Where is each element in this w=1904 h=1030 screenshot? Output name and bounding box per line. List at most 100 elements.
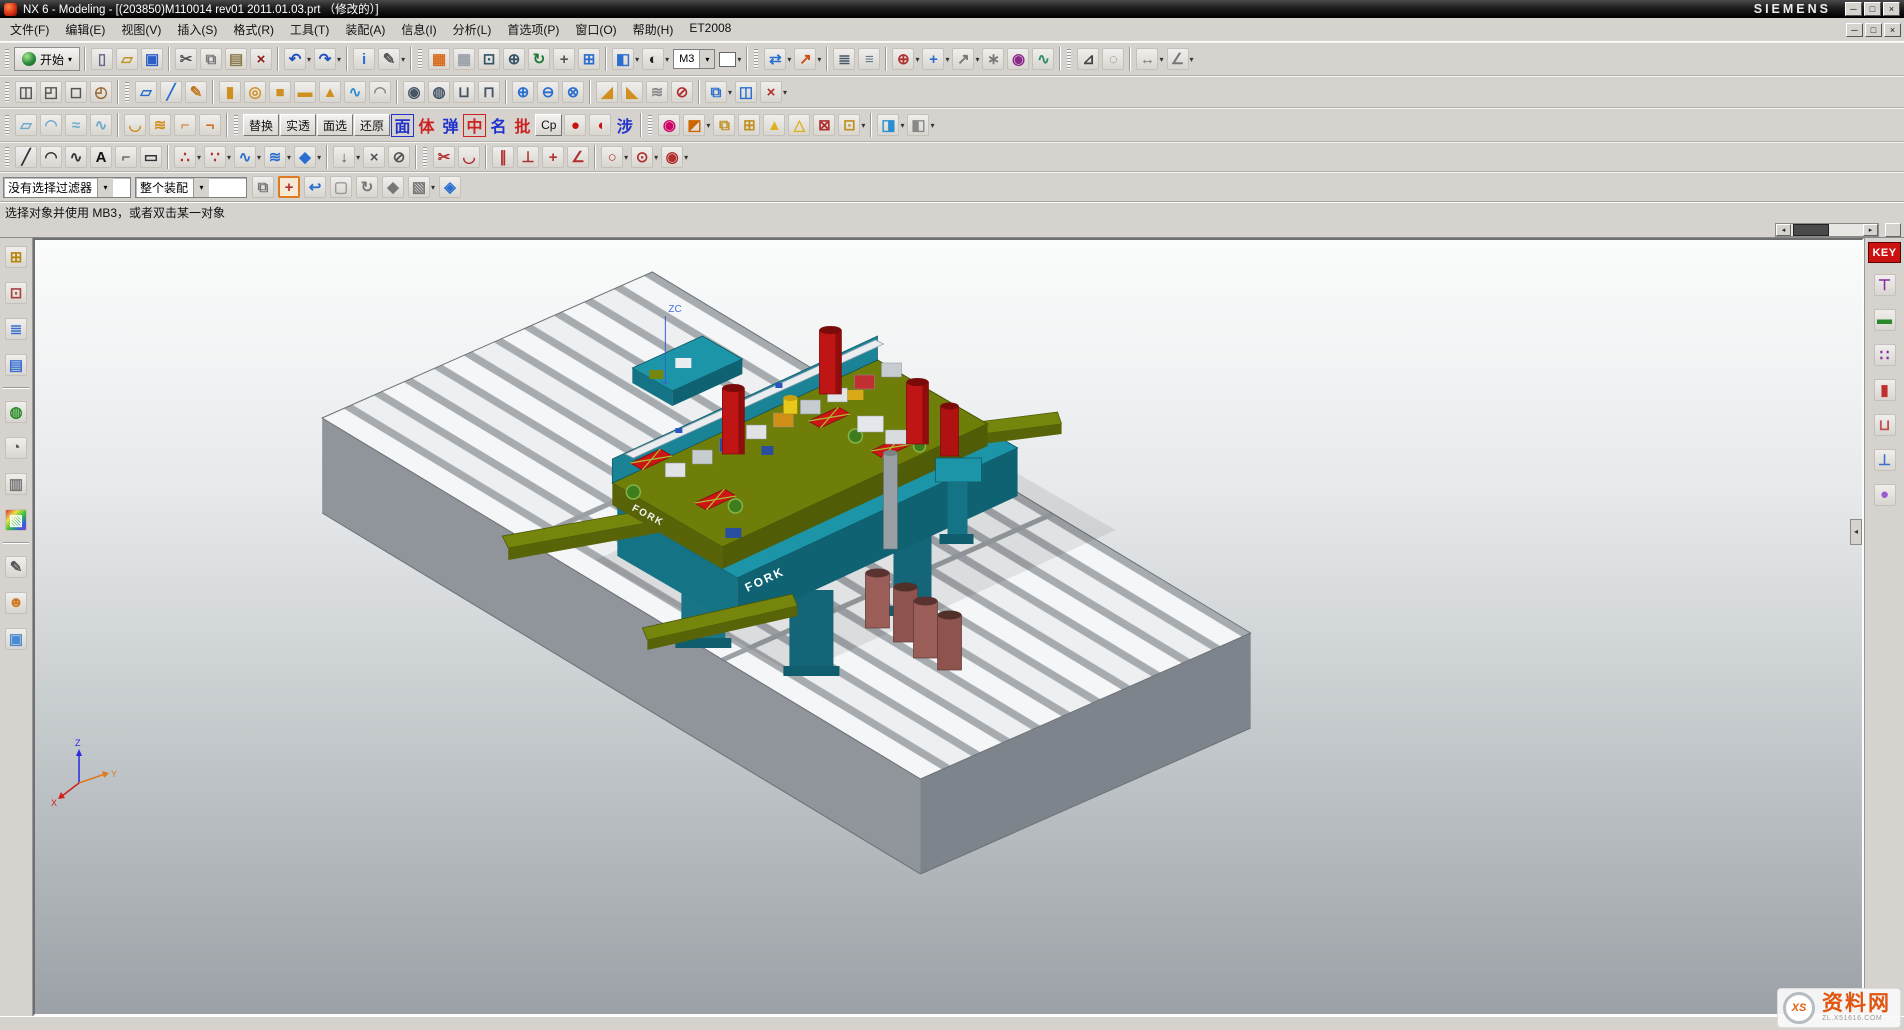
zoom-area-icon[interactable]: ⊡ <box>477 46 501 72</box>
macro-face-button[interactable]: 面 <box>391 114 414 137</box>
delete-feature-icon[interactable]: ×▾ <box>759 79 788 105</box>
assembly-navigator-icon[interactable]: ⊞ <box>4 243 28 270</box>
project-curve-icon[interactable]: ↓▾ <box>332 144 361 170</box>
macro-she-button[interactable]: 涉 <box>613 114 636 137</box>
minimize-button[interactable]: ─ <box>1845 2 1862 16</box>
mirror-feature-icon[interactable]: ◫ <box>734 79 758 105</box>
macro-center-button[interactable]: 中 <box>463 114 486 137</box>
revolve-icon[interactable]: ◎ <box>243 79 267 105</box>
intersect-icon[interactable]: ⊗ <box>561 79 585 105</box>
offset-surface-icon[interactable]: ≋ <box>148 112 172 138</box>
menu-et2008[interactable]: ET2008 <box>681 18 739 41</box>
corner-icon[interactable]: ◡ <box>457 144 481 170</box>
vector-dialog-icon[interactable]: ↗▾ <box>951 46 980 72</box>
panel-flyout-arrow[interactable]: ◂ <box>1850 519 1862 545</box>
solid-translucent-button[interactable]: 实透 <box>280 114 316 136</box>
restore-button[interactable]: 还原 <box>354 114 390 136</box>
palettes-icon[interactable]: ▥ <box>4 470 28 497</box>
cylinder-icon[interactable]: ▬ <box>293 79 317 105</box>
interpart-select-icon[interactable]: ⧉ <box>251 174 275 200</box>
macro-body-button[interactable]: 体 <box>415 114 438 137</box>
circle-icon[interactable]: ○▾ <box>600 144 629 170</box>
reuse-library-icon[interactable]: ▤ <box>4 351 28 378</box>
sync-modeling-icon[interactable]: ↗▾ <box>793 46 822 72</box>
fit-view-icon[interactable]: ⊞ <box>577 46 601 72</box>
circle-center-icon[interactable]: ⊙▾ <box>630 144 659 170</box>
menu-tools[interactable]: 工具(T) <box>282 18 337 41</box>
menu-view[interactable]: 视图(V) <box>113 18 169 41</box>
system-scene-icon[interactable]: ▣ <box>4 625 28 652</box>
text-icon[interactable]: A <box>89 144 113 170</box>
pan-view-icon[interactable]: + <box>552 46 576 72</box>
copy-icon[interactable]: ⧉ <box>199 46 223 72</box>
thread-icon[interactable]: ≋ <box>645 79 669 105</box>
datum-plane-icon[interactable]: ▱ <box>134 79 158 105</box>
cross-constraint-icon[interactable]: + <box>541 144 565 170</box>
show-hide-icon[interactable]: ▦ <box>452 46 476 72</box>
graphics-window[interactable]: FORK <box>35 240 1862 1014</box>
block-icon[interactable]: ■ <box>268 79 292 105</box>
clip-section-icon[interactable]: ⊡▾ <box>837 112 866 138</box>
delete-body-icon[interactable]: ⊠ <box>812 112 836 138</box>
macro-name-button[interactable]: 名 <box>487 114 510 137</box>
sketch-icon[interactable]: ✎ <box>184 79 208 105</box>
edge-blend-icon[interactable]: ◢ <box>595 79 619 105</box>
undo-icon[interactable]: ↶▾ <box>283 46 312 72</box>
circle-point-icon[interactable]: ◉▾ <box>660 144 689 170</box>
key-pin-tool-icon[interactable]: ⊥ <box>1873 446 1897 473</box>
hd3d-tools-icon[interactable]: ◍ <box>4 398 28 425</box>
redo-icon[interactable]: ↷▾ <box>313 46 342 72</box>
face-select-button[interactable]: 面选 <box>317 114 353 136</box>
macro-spring-button[interactable]: 弹 <box>439 114 462 137</box>
rotate-view-icon[interactable]: ↻ <box>527 46 551 72</box>
key-post-tool-icon[interactable]: ⊤ <box>1873 271 1897 298</box>
paste-object-icon[interactable]: ⊞ <box>737 112 761 138</box>
menu-edit[interactable]: 编辑(E) <box>57 18 113 41</box>
quick-trim-icon[interactable]: ✂ <box>432 144 456 170</box>
history-palette-icon[interactable]: ◔ <box>4 434 28 461</box>
selection-filter-combo[interactable]: 没有选择过滤器 ▾ <box>3 177 131 198</box>
menu-preferences[interactable]: 首选项(P) <box>499 18 567 41</box>
wcs-dynamics-icon[interactable]: ⊕▾ <box>891 46 920 72</box>
warn-triangle-icon[interactable]: ▲ <box>762 112 786 138</box>
cone-icon[interactable]: ▲ <box>318 79 342 105</box>
delete-icon[interactable]: × <box>249 46 273 72</box>
new-file-icon[interactable]: ▯ <box>90 46 114 72</box>
select-arrow-icon[interactable]: ⊿ <box>1076 46 1100 72</box>
warn-triangle-alt-icon[interactable]: △ <box>787 112 811 138</box>
swept-icon[interactable]: ∿ <box>343 79 367 105</box>
section-curve-icon[interactable]: ⊘ <box>387 144 411 170</box>
bend-icon[interactable]: ¬ <box>198 112 222 138</box>
rotate-wcs-icon[interactable]: ↻ <box>355 174 379 200</box>
quick-pick-icon[interactable]: ◆ <box>381 174 405 200</box>
scrollbar-track[interactable] <box>1791 224 1863 236</box>
spline-icon[interactable]: ∿ <box>64 144 88 170</box>
perpendicular-constraint-icon[interactable]: ⊥ <box>516 144 540 170</box>
selection-undo-icon[interactable]: ↩ <box>303 174 327 200</box>
point-dialog-icon[interactable]: +▾ <box>921 46 950 72</box>
background-swatch[interactable]: ▾ <box>718 46 742 72</box>
cut-icon[interactable]: ✂ <box>174 46 198 72</box>
pattern-feature-icon[interactable]: ⧉▾ <box>704 79 733 105</box>
curve-analysis-icon[interactable]: ∿ <box>1031 46 1055 72</box>
rectangle-method-icon[interactable]: ▧▾ <box>407 174 436 200</box>
rectangle-icon[interactable]: ▭ <box>139 144 163 170</box>
move-object-icon[interactable]: ⇄▾ <box>763 46 792 72</box>
chevron-down-icon[interactable]: ▾ <box>193 178 209 197</box>
wizards-icon[interactable]: ▧ <box>4 506 28 533</box>
color-spheres-icon[interactable]: ◉ <box>657 112 681 138</box>
pattern-curve-icon[interactable]: ◆▾ <box>293 144 322 170</box>
preferences-icon[interactable]: ∗ <box>981 46 1005 72</box>
polyline-icon[interactable]: ⌐ <box>114 144 138 170</box>
key-block-tool-icon[interactable]: ▬ <box>1873 306 1897 333</box>
misc-tools-icon[interactable]: ◧▾ <box>906 112 935 138</box>
view-combo[interactable]: M3▾ <box>673 49 715 69</box>
intersect-curve-icon[interactable]: × <box>362 144 386 170</box>
selection-scope-combo[interactable]: 整个装配 ▾ <box>135 177 247 198</box>
subtract-icon[interactable]: ⊖ <box>536 79 560 105</box>
macro-cp-button[interactable]: Cp <box>535 114 562 136</box>
arc-icon[interactable]: ◠ <box>39 144 63 170</box>
boss-icon[interactable]: ◍ <box>427 79 451 105</box>
selection-info-icon[interactable]: i <box>352 46 376 72</box>
replace-button[interactable]: 替换 <box>243 114 279 136</box>
